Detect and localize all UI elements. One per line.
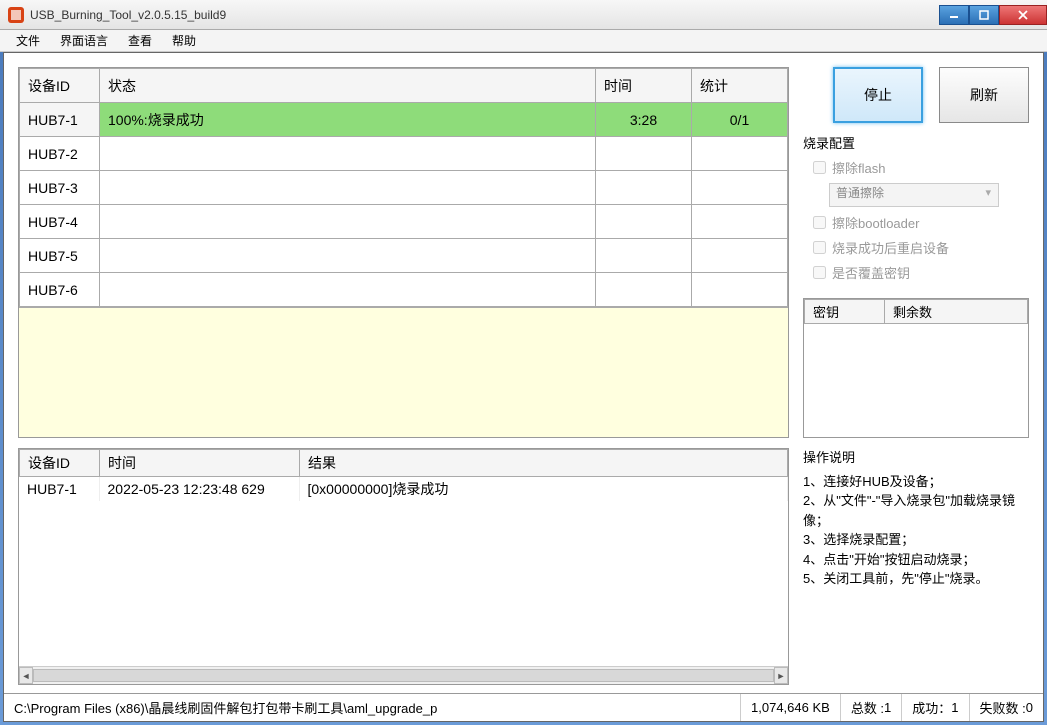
cell-stat (692, 205, 788, 239)
menu-bar: 文件 界面语言 查看 帮助 (0, 30, 1047, 52)
key-col-remain[interactable]: 剩余数 (885, 300, 1028, 324)
instruction-line: 4、点击"开始"按钮启动烧录； (803, 550, 1029, 570)
erase-flash-checkbox[interactable]: 擦除flash (813, 158, 1029, 177)
instruction-line: 5、关闭工具前，先"停止"烧录。 (803, 569, 1029, 589)
status-size: 1,074,646 KB (741, 694, 841, 721)
cell-id: HUB7-5 (20, 239, 100, 273)
table-row[interactable]: HUB7-3 (20, 171, 788, 205)
log-col-time[interactable]: 时间 (100, 450, 300, 477)
status-total: 总数 :1 (841, 694, 902, 721)
menu-help[interactable]: 帮助 (162, 30, 206, 51)
cell-time (596, 137, 692, 171)
status-success: 成功：1 (902, 694, 969, 721)
col-status[interactable]: 状态 (100, 69, 596, 103)
cell-status: 100%:烧录成功 (100, 103, 596, 137)
cell-time (596, 239, 692, 273)
table-row[interactable]: HUB7-5 (20, 239, 788, 273)
scroll-left-icon[interactable]: ◄ (19, 667, 33, 684)
cell-stat (692, 171, 788, 205)
cell-time: 3:28 (596, 103, 692, 137)
cell-status (100, 239, 596, 273)
status-path: C:\Program Files (x86)\晶晨线刷固件解包打包带卡刷工具\a… (4, 694, 741, 721)
log-col-result[interactable]: 结果 (300, 450, 788, 477)
log-table: 设备ID 时间 结果 HUB7-12022-05-23 12:23:48 629… (18, 448, 789, 685)
horizontal-scrollbar[interactable]: ◄ ► (19, 666, 788, 684)
cell-time: 2022-05-23 12:23:48 629 (99, 477, 299, 501)
cell-id: HUB7-1 (20, 103, 100, 137)
cell-id: HUB7-3 (20, 171, 100, 205)
table-row[interactable]: HUB7-4 (20, 205, 788, 239)
cell-status (100, 171, 596, 205)
app-icon (8, 7, 24, 23)
col-device-id[interactable]: 设备ID (20, 69, 100, 103)
menu-file[interactable]: 文件 (6, 30, 50, 51)
instruction-line: 2、从"文件"-"导入烧录包"加载烧录镜像； (803, 491, 1029, 530)
menu-view[interactable]: 查看 (118, 30, 162, 51)
instruction-line: 3、选择烧录配置； (803, 530, 1029, 550)
stop-button[interactable]: 停止 (833, 67, 923, 123)
menu-language[interactable]: 界面语言 (50, 30, 118, 51)
cell-stat (692, 137, 788, 171)
window-title: USB_Burning_Tool_v2.0.5.15_build9 (30, 8, 226, 22)
cell-status (100, 205, 596, 239)
reboot-checkbox[interactable]: 烧录成功后重启设备 (813, 238, 1029, 257)
cell-status (100, 273, 596, 307)
col-time[interactable]: 时间 (596, 69, 692, 103)
cell-result: [0x00000000]烧录成功 (299, 477, 788, 501)
scroll-thumb[interactable] (33, 669, 774, 682)
erase-bootloader-checkbox[interactable]: 擦除bootloader (813, 213, 1029, 232)
device-table: 设备ID 状态 时间 统计 HUB7-1100%:烧录成功3:280/1HUB7… (18, 67, 789, 438)
cell-stat: 0/1 (692, 103, 788, 137)
config-title: 烧录配置 (803, 133, 1029, 152)
title-bar: USB_Burning_Tool_v2.0.5.15_build9 (0, 0, 1047, 30)
cell-id: HUB7-1 (19, 477, 99, 501)
key-col-key[interactable]: 密钥 (805, 300, 885, 324)
table-row[interactable]: HUB7-6 (20, 273, 788, 307)
close-button[interactable] (999, 5, 1047, 25)
cell-id: HUB7-2 (20, 137, 100, 171)
status-bar: C:\Program Files (x86)\晶晨线刷固件解包打包带卡刷工具\a… (4, 693, 1043, 721)
col-stat[interactable]: 统计 (692, 69, 788, 103)
instructions: 操作说明 1、连接好HUB及设备； 2、从"文件"-"导入烧录包"加载烧录镜像；… (803, 448, 1029, 589)
burn-config-group: 烧录配置 擦除flash 普通擦除 擦除bootloader 烧录成功后重启设备… (803, 133, 1029, 288)
table-row[interactable]: HUB7-1100%:烧录成功3:280/1 (20, 103, 788, 137)
cell-id: HUB7-6 (20, 273, 100, 307)
cell-status (100, 137, 596, 171)
status-fail: 失败数 :0 (970, 694, 1043, 721)
cell-time (596, 171, 692, 205)
refresh-button[interactable]: 刷新 (939, 67, 1029, 123)
instructions-title: 操作说明 (803, 448, 1029, 468)
table-row[interactable]: HUB7-12022-05-23 12:23:48 629[0x00000000… (19, 477, 788, 501)
cell-id: HUB7-4 (20, 205, 100, 239)
maximize-button[interactable] (969, 5, 999, 25)
cell-time (596, 273, 692, 307)
cell-stat (692, 239, 788, 273)
device-table-empty-area (19, 307, 788, 437)
cell-stat (692, 273, 788, 307)
minimize-button[interactable] (939, 5, 969, 25)
override-key-checkbox[interactable]: 是否覆盖密钥 (813, 263, 1029, 282)
table-row[interactable]: HUB7-2 (20, 137, 788, 171)
scroll-right-icon[interactable]: ► (774, 667, 788, 684)
key-table: 密钥 剩余数 (803, 298, 1029, 438)
erase-mode-select[interactable]: 普通擦除 (829, 183, 999, 207)
log-col-id[interactable]: 设备ID (20, 450, 100, 477)
instruction-line: 1、连接好HUB及设备； (803, 472, 1029, 492)
cell-time (596, 205, 692, 239)
